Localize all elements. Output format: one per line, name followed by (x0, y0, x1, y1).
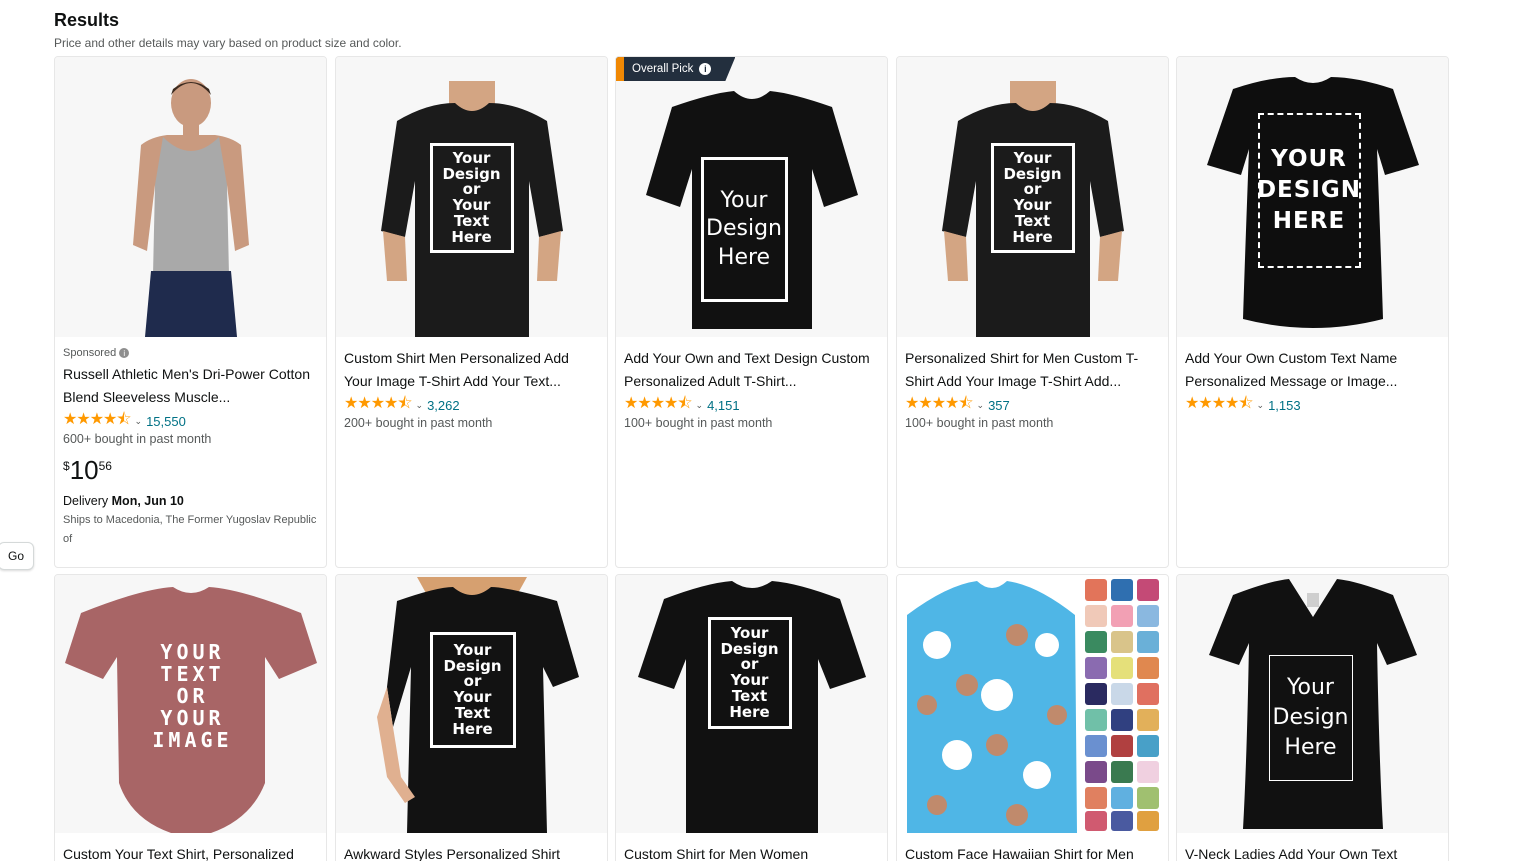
design-placeholder: YOUR TEXT OR YOUR IMAGE (152, 640, 233, 752)
product-price[interactable]: $ 10 56 (63, 456, 318, 484)
design-placeholder: Your Design or Your Text Here (429, 143, 514, 253)
product-title[interactable]: Custom Shirt Men Personalized Add Your I… (344, 347, 599, 393)
chevron-down-icon[interactable]: ⌄ (1257, 400, 1265, 411)
bought-count: 100+ bought in past month (905, 416, 1054, 430)
product-image[interactable] (55, 57, 326, 337)
product-image[interactable]: YOUR TEXT OR YOUR IMAGE (55, 575, 326, 833)
product-title[interactable]: V-Neck Ladies Add Your Own Text (1185, 843, 1440, 861)
product-image[interactable]: Your Design or Your Text Here (336, 575, 607, 833)
product-title[interactable]: Custom Face Hawaiian Shirt for Men (905, 843, 1160, 861)
design-placeholder: Your Design or Your Text Here (429, 632, 516, 748)
chevron-down-icon[interactable]: ⌄ (416, 400, 424, 411)
delivery-date: Mon, Jun 10 (111, 494, 184, 508)
product-card[interactable]: Your Design or Your Text Here Custom Shi… (615, 574, 888, 861)
design-placeholder: Your Design or Your Text Here (990, 143, 1075, 253)
sponsored-label[interactable]: Sponsored i (63, 347, 318, 359)
star-rating-icon[interactable]: ★★★★⯪ (905, 392, 974, 419)
product-image[interactable]: Your Design Here (616, 57, 887, 337)
tshirt-model-image: Your Design or Your Text Here (377, 81, 567, 337)
tshirt-image: Your Design Here (642, 85, 862, 337)
bought-count: 100+ bought in past month (624, 416, 773, 430)
design-placeholder: YOUR DESIGN HERE (1257, 113, 1361, 268)
product-card[interactable]: Overall Pick i Your Design Here Add Your… (615, 56, 888, 568)
product-image[interactable] (897, 575, 1168, 833)
star-rating-icon[interactable]: ★★★★⯪ (344, 392, 413, 419)
tshirt-model-image: Your Design or Your Text Here (357, 577, 587, 833)
product-card[interactable]: Custom Face Hawaiian Shirt for Men (896, 574, 1169, 861)
tshirt-image: YOUR DESIGN HERE (1205, 75, 1421, 333)
product-card[interactable]: Your Design or Your Text Here Personaliz… (896, 56, 1169, 568)
product-title[interactable]: Awkward Styles Personalized Shirt (344, 843, 599, 861)
go-button[interactable]: Go (0, 542, 34, 570)
overall-pick-badge[interactable]: Overall Pick i (616, 57, 735, 81)
results-subtitle: Price and other details may vary based o… (54, 36, 402, 50)
product-image[interactable]: Your Design or Your Text Here (336, 57, 607, 337)
chevron-down-icon[interactable]: ⌄ (135, 416, 143, 427)
chevron-down-icon[interactable]: ⌄ (977, 400, 985, 411)
design-placeholder: Your Design Here (1268, 655, 1353, 781)
product-title[interactable]: Russell Athletic Men's Dri-Power Cotton … (63, 363, 318, 409)
product-title[interactable]: Custom Shirt for Men Women (624, 843, 879, 861)
hawaiian-shirt-image (897, 575, 1168, 833)
info-icon[interactable]: i (119, 348, 130, 358)
tshirt-image: Your Design or Your Text Here (636, 577, 868, 833)
rating-count[interactable]: 1,153 (1268, 398, 1301, 413)
results-header: Results Price and other details may vary… (54, 8, 402, 50)
product-title[interactable]: Add Your Own Custom Text Name Personaliz… (1185, 347, 1440, 393)
product-card[interactable]: YOUR TEXT OR YOUR IMAGE Custom Your Text… (54, 574, 327, 861)
rating-count[interactable]: 4,151 (707, 398, 740, 413)
product-image[interactable]: Your Design Here (1177, 575, 1448, 833)
product-title[interactable]: Add Your Own and Text Design Custom Pers… (624, 347, 879, 393)
product-rating[interactable]: ★★★★⯪ ⌄ 357 (905, 395, 1160, 415)
results-title: Results (54, 10, 120, 30)
tank-top-model-image (132, 79, 249, 337)
product-title[interactable]: Personalized Shirt for Men Custom T-Shir… (905, 347, 1160, 393)
product-card[interactable]: Sponsored i Russell Athletic Men's Dri-P… (54, 56, 327, 568)
bought-count: 600+ bought in past month (63, 432, 212, 446)
design-placeholder: Your Design Here (700, 157, 788, 302)
rating-count[interactable]: 3,262 (427, 398, 460, 413)
product-card[interactable]: Your Design or Your Text Here Custom Shi… (335, 56, 608, 568)
product-card[interactable]: Your Design Here V-Neck Ladies Add Your … (1176, 574, 1449, 861)
tshirt-image: YOUR TEXT OR YOUR IMAGE (61, 583, 321, 833)
tshirt-model-image: Your Design or Your Text Here (938, 81, 1128, 337)
shipping-destination: Ships to Macedonia, The Former Yugoslav … (63, 514, 317, 545)
product-rating[interactable]: ★★★★⯪ ⌄ 4,151 (624, 395, 879, 415)
product-card[interactable]: Your Design or Your Text Here Awkward St… (335, 574, 608, 861)
info-icon[interactable]: i (699, 63, 711, 75)
chevron-down-icon[interactable]: ⌄ (696, 400, 704, 411)
vneck-tshirt-image: Your Design Here (1207, 577, 1419, 833)
design-placeholder: Your Design or Your Text Here (707, 617, 792, 729)
rating-count[interactable]: 357 (988, 398, 1010, 413)
bought-count: 200+ bought in past month (344, 416, 493, 430)
product-image[interactable]: YOUR DESIGN HERE (1177, 57, 1448, 337)
product-title[interactable]: Custom Your Text Shirt, Personalized (63, 843, 318, 861)
product-image[interactable]: Your Design or Your Text Here (897, 57, 1168, 337)
star-rating-icon[interactable]: ★★★★⯪ (63, 408, 132, 435)
product-rating[interactable]: ★★★★⯪ ⌄ 3,262 (344, 395, 599, 415)
product-rating[interactable]: ★★★★⯪ ⌄ 1,153 (1185, 395, 1440, 415)
product-card[interactable]: YOUR DESIGN HERE Add Your Own Custom Tex… (1176, 56, 1449, 568)
product-rating[interactable]: ★★★★⯪ ⌄ 15,550 (63, 411, 318, 431)
delivery-info: Delivery Mon, Jun 10 (63, 494, 184, 508)
star-rating-icon[interactable]: ★★★★⯪ (624, 392, 693, 419)
product-image[interactable]: Your Design or Your Text Here (616, 575, 887, 833)
star-rating-icon[interactable]: ★★★★⯪ (1185, 392, 1254, 419)
rating-count[interactable]: 15,550 (146, 414, 186, 429)
